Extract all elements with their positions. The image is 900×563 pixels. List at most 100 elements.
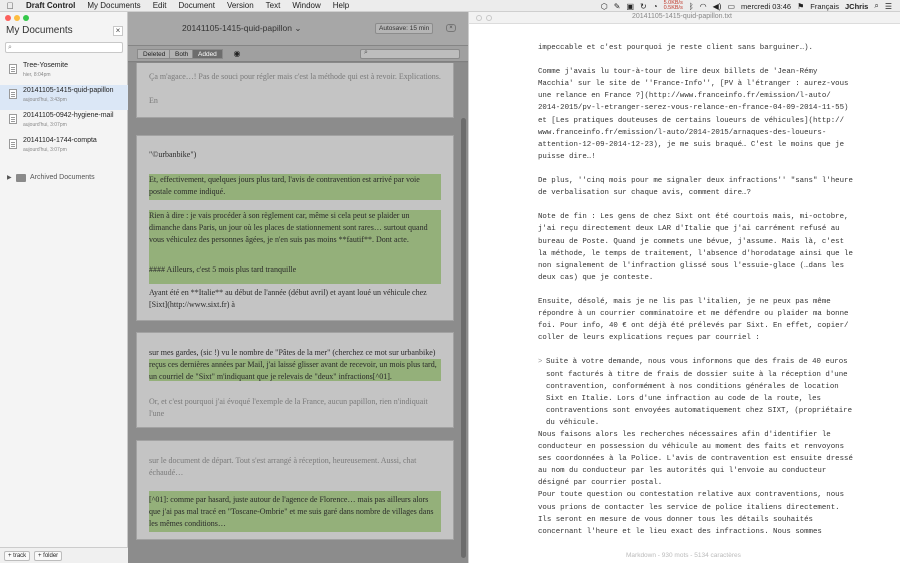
- close-window-icon[interactable]: [5, 15, 11, 21]
- dropbox-icon[interactable]: ⬡: [601, 2, 608, 11]
- autosave-button[interactable]: Autosave: 15 min: [375, 23, 434, 34]
- eye-icon[interactable]: ◉: [230, 49, 244, 59]
- card-text: Ça m'agace…! Pas de souci pour régler ma…: [149, 72, 441, 81]
- search-icon: ⌕: [364, 49, 368, 56]
- menu-bar:  Draft Control My Documents Edit Docume…: [0, 0, 900, 12]
- text-card[interactable]: Ça m'agace…! Pas de souci pour régler ma…: [136, 63, 454, 118]
- editor-line-text: Suite à votre demande, nous vous informo…: [546, 358, 848, 367]
- card-paragraph: Ayant été en **Italie** au début de l'an…: [149, 288, 427, 309]
- editor-line: la méthode, le temps de traitement, l'ab…: [538, 248, 894, 260]
- menu-version[interactable]: Version: [221, 1, 260, 10]
- pen-icon[interactable]: ✎: [614, 2, 621, 11]
- spotlight-icon[interactable]: ⌕: [874, 1, 878, 11]
- scrollbar-thumb[interactable]: [461, 118, 466, 558]
- editor-blockquote-line: du véhicule.: [538, 417, 894, 429]
- editor-line-text: Ensuite, désolé, mais je ne lis pas l'it…: [538, 297, 831, 306]
- window-minimize-icon[interactable]: [486, 15, 492, 21]
- card-paragraph: sur mes gardes, (sic !) vu le nombre de …: [149, 348, 437, 381]
- document-filter-input[interactable]: ⌕: [360, 49, 460, 59]
- add-track-button[interactable]: + track: [4, 551, 31, 561]
- menu-window[interactable]: Window: [286, 1, 326, 10]
- menu-edit[interactable]: Edit: [147, 1, 173, 10]
- editor-blank-line: [538, 199, 894, 211]
- editor-line-text: conducteur en possession du véhicule au …: [538, 443, 845, 452]
- gauge-icon[interactable]: ◔: [653, 2, 658, 11]
- document-pane-scrollbar[interactable]: [461, 63, 466, 563]
- editor-line: au nom du conducteur par les autorités q…: [538, 465, 894, 477]
- document-date: aujourd'hui, 3:07pm: [23, 147, 67, 153]
- menubar-clock[interactable]: mercredi 03:46: [741, 2, 791, 11]
- menu-my-documents[interactable]: My Documents: [81, 1, 146, 10]
- editor-line: conducteur en possession du véhicule au …: [538, 441, 894, 453]
- editor-line-text: Sixt en Italie. Lors d'une infraction au…: [546, 394, 821, 403]
- card-paragraph: Rien à dire : je vais procéder à son règ…: [149, 211, 428, 244]
- editor-title: 20141105-1415-quid-papillon.txt: [632, 13, 732, 20]
- add-folder-button[interactable]: + folder: [34, 551, 63, 561]
- sidebar-document-item[interactable]: 20141105-0942-hygiene-mail aujourd'hui, …: [0, 110, 128, 135]
- sidebar-footer: + track + folder: [0, 547, 128, 563]
- archive-box-icon: [16, 174, 26, 182]
- menu-document[interactable]: Document: [172, 1, 220, 10]
- user-name[interactable]: JChris: [845, 2, 868, 11]
- editor-line: Comme j'avais lu tour-à-tour de lire deu…: [538, 66, 894, 78]
- archived-documents-folder[interactable]: ▶ Archived Documents: [0, 173, 128, 187]
- editor-line-text: Comme j'avais lu tour-à-tour de lire deu…: [538, 68, 818, 77]
- minimize-window-icon[interactable]: [14, 15, 20, 21]
- document-icon: [9, 64, 17, 74]
- editor-line-text: Nous faisons alors les recherches nécess…: [538, 431, 831, 439]
- network-speed[interactable]: 5.0KB/s 0.5KB/s: [664, 0, 683, 11]
- sidebar-title: My Documents: [6, 25, 73, 36]
- editor-line-text: désigné par courrier postal.: [538, 479, 663, 488]
- editor-line-text: bureau de Poste. Quand je commets une bé…: [538, 237, 845, 246]
- editor-line-text: www.franceinfo.fr/emission/l-auto/2014-2…: [538, 128, 827, 137]
- menu-help[interactable]: Help: [327, 1, 355, 10]
- flag-icon[interactable]: ⚑: [797, 2, 804, 11]
- clear-icon[interactable]: ×: [446, 24, 456, 32]
- apple-icon[interactable]: : [0, 1, 20, 11]
- zoom-window-icon[interactable]: [23, 15, 29, 21]
- editor-blank-line: [538, 163, 894, 175]
- editor-line-text: concernant l'heure et le lieu exact des …: [538, 527, 822, 536]
- card-paragraph: Et, effectivement, quelques jours plus t…: [149, 175, 420, 196]
- sync-icon[interactable]: ↻: [640, 2, 647, 11]
- notification-icon[interactable]: ☰: [885, 2, 892, 11]
- card-paragraph: [^01]: comme par hasard, juste autour de…: [149, 495, 434, 528]
- sidebar: My Documents × ⌕ Tree-Yosemite hier, 8:0…: [0, 12, 128, 563]
- menu-app-name[interactable]: Draft Control: [20, 1, 81, 10]
- volume-icon[interactable]: ◀): [713, 2, 722, 11]
- close-sidebar-button[interactable]: ×: [113, 26, 123, 36]
- text-editor[interactable]: 20141105-1415-quid-papillon.txt impeccab…: [468, 12, 900, 563]
- sidebar-search-input[interactable]: ⌕: [5, 42, 123, 53]
- text-card[interactable]: sur le document de départ. Tout s'est ar…: [136, 440, 454, 540]
- search-icon: ⌕: [8, 44, 12, 51]
- sidebar-document-item[interactable]: Tree-Yosemite hier, 8:04pm: [0, 60, 128, 85]
- app-icon[interactable]: ▣: [626, 2, 634, 11]
- wifi-icon[interactable]: ◠: [700, 2, 707, 11]
- menu-text[interactable]: Text: [260, 1, 287, 10]
- bluetooth-icon[interactable]: ᛒ: [689, 2, 694, 11]
- editor-text[interactable]: impeccable et c'est pourquoi je reste cl…: [538, 42, 894, 538]
- text-card[interactable]: sur mes gardes, (sic !) vu le nombre de …: [136, 332, 454, 428]
- card-paragraph: sur le document de départ. Tout s'est ar…: [149, 456, 417, 477]
- blockquote-marker-icon: >: [538, 358, 543, 367]
- filter-added-button[interactable]: Added: [192, 49, 223, 59]
- editor-line-text: j'ai reçu directement deux LAR d'Italie …: [538, 225, 840, 234]
- filter-deleted-button[interactable]: Deleted: [137, 49, 172, 59]
- sidebar-document-item[interactable]: 20141104-1744-compta aujourd'hui, 3:07pm: [0, 135, 128, 160]
- sidebar-document-item-selected[interactable]: 20141105-1415-quid-papillon aujourd'hui,…: [0, 85, 128, 110]
- editor-line: www.franceinfo.fr/emission/l-auto/2014-2…: [538, 127, 894, 139]
- document-icon: [9, 114, 17, 124]
- editor-line: désigné par courrier postal.: [538, 477, 894, 489]
- text-card[interactable]: "©urbanbike") Et, effectivement, quelque…: [136, 135, 454, 321]
- filter-both-button[interactable]: Both: [169, 49, 195, 59]
- editor-line: ses coordonnées à la Police. L'avis de c…: [538, 453, 894, 465]
- disclosure-triangle-icon[interactable]: ▶: [7, 174, 12, 181]
- input-language[interactable]: Français: [810, 2, 839, 11]
- window-close-icon[interactable]: [476, 15, 482, 21]
- editor-blank-line: [538, 54, 894, 66]
- battery-icon[interactable]: ▭: [727, 2, 735, 11]
- document-pane-toolbar: Deleted Both Added ◉ ⌕: [128, 46, 468, 62]
- editor-line-text: Ils seront en mesure de vous donner tous…: [538, 515, 813, 524]
- document-title-dropdown[interactable]: 20141105-1415-quid-papillon ⌄: [182, 23, 301, 34]
- editor-line: coller de leurs explications reçues par …: [538, 332, 894, 344]
